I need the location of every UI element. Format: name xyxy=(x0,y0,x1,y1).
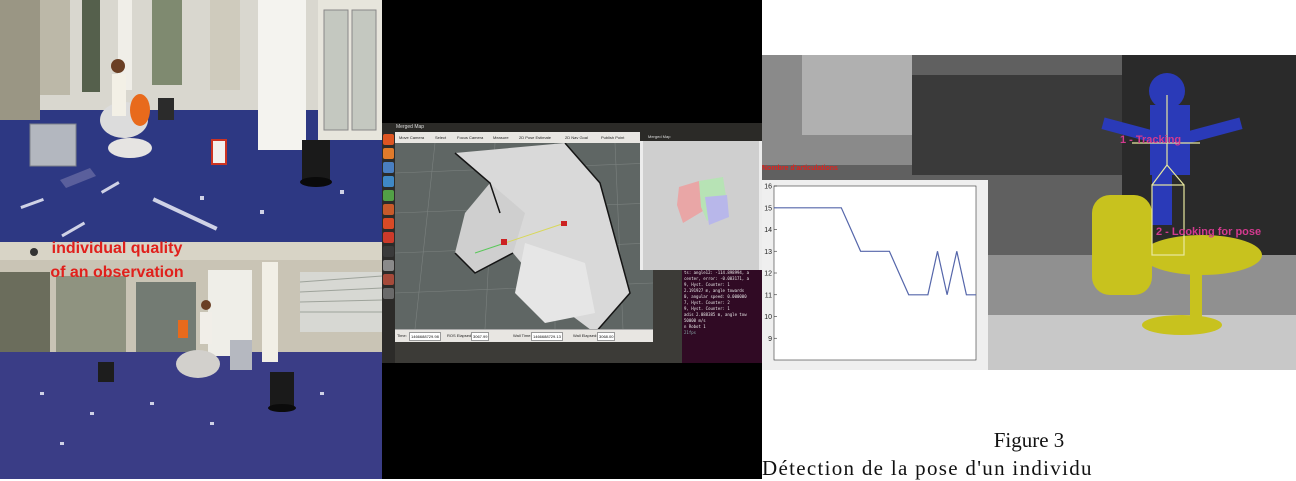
depth-camera-view: 16 15 14 13 12 11 10 9 Nombre d'articulations xyxy=(762,55,1296,370)
lab-scene-top xyxy=(0,0,382,242)
terminal-icon[interactable] xyxy=(383,246,394,257)
y-tick-label: 10 xyxy=(764,314,772,321)
tool-2d-pose-estimate[interactable]: 2D Pose Estimate xyxy=(519,133,551,142)
rviz-window: Merged Map Move Camera Select Focus Came… xyxy=(382,123,762,363)
overlay-line-2: of an observation xyxy=(50,264,184,281)
tracking-label: 1 - Tracking xyxy=(1120,134,1182,146)
y-tick-label: 13 xyxy=(764,249,772,256)
figure-caption-title: Figure 3 xyxy=(993,428,1065,452)
app-icon[interactable] xyxy=(383,274,394,285)
figure-caption-text: Détection de la pose d'un individu xyxy=(762,456,1093,480)
tool-move-camera[interactable]: Move Camera xyxy=(399,133,424,142)
wall-elapsed-label: Wall Elapsed: xyxy=(573,333,598,338)
tool-focus-camera[interactable]: Focus Camera xyxy=(457,133,483,142)
tool-2d-nav-goal[interactable]: 2D Nav Goal xyxy=(565,133,588,142)
firefox-icon[interactable] xyxy=(383,148,394,159)
rviz-time-panel: Time: 1466688729.98 ROS Elapsed: 3067.99… xyxy=(395,329,653,342)
screen-recording: Merged Map Move Camera Select Focus Came… xyxy=(382,0,762,479)
files-icon[interactable] xyxy=(383,162,394,173)
software-center-icon[interactable] xyxy=(383,218,394,229)
chart-plot: 16 15 14 13 12 11 10 9 xyxy=(764,184,977,361)
wall-time-field: 1466688729.13 xyxy=(531,332,563,341)
ros-time-label: Time: xyxy=(397,333,407,338)
y-tick-label: 11 xyxy=(765,292,772,299)
y-tick-label: 12 xyxy=(764,271,772,278)
ros-elapsed-label: ROS Elapsed: xyxy=(447,333,473,338)
terminal-fps: 21fps xyxy=(684,330,697,335)
rviz-titlebar: Merged Map xyxy=(382,123,762,132)
merged-map-panel: Merged Map xyxy=(640,132,762,270)
y-tick-label: 15 xyxy=(764,205,772,212)
tool-publish-point[interactable]: Publish Point xyxy=(601,133,624,142)
trash-icon[interactable] xyxy=(383,288,394,299)
overlay-line-1: individual quality xyxy=(51,240,183,257)
merged-map-image xyxy=(677,177,729,225)
rviz-3d-view[interactable] xyxy=(395,143,653,329)
chart-ylabel: Nombre d'articulations xyxy=(762,165,838,172)
ubuntu-launcher xyxy=(382,132,395,363)
calc-icon[interactable] xyxy=(383,190,394,201)
terminal-window: ts: angle12: -114.898994, a center, erro… xyxy=(682,270,762,363)
y-tick-label: 16 xyxy=(764,184,772,191)
impress-icon[interactable] xyxy=(383,204,394,215)
merged-map-view[interactable] xyxy=(643,141,759,270)
ros-time-field: 1466688729.98 xyxy=(409,332,441,341)
chart-axes xyxy=(773,185,977,361)
tool-measure[interactable]: Measure xyxy=(493,133,509,142)
ros-elapsed-field: 3067.99 xyxy=(471,332,490,341)
writer-icon[interactable] xyxy=(383,176,394,187)
rviz-window-title: Merged Map xyxy=(396,124,425,130)
tool-select[interactable]: Select xyxy=(435,133,446,142)
merged-map-header: Merged Map xyxy=(640,132,762,141)
settings-icon[interactable] xyxy=(383,260,394,271)
wall-time-label: Wall Time: xyxy=(513,333,532,338)
help-icon[interactable] xyxy=(383,232,394,243)
chart-overlay-text: individual quality of an observation xyxy=(26,237,208,285)
dash-icon[interactable] xyxy=(383,134,394,145)
lab-photo-top xyxy=(0,0,382,242)
observation-quality-chart: 16 15 14 13 12 11 10 9 xyxy=(762,180,988,370)
y-tick-label: 9 xyxy=(768,336,772,343)
y-tick-label: 14 xyxy=(764,227,772,234)
pose-label: 2 - Looking for pose xyxy=(1156,226,1262,238)
wall-elapsed-field: 3068.00 xyxy=(597,332,616,341)
merged-map-title: Merged Map xyxy=(648,134,671,139)
occupancy-map xyxy=(395,143,653,329)
